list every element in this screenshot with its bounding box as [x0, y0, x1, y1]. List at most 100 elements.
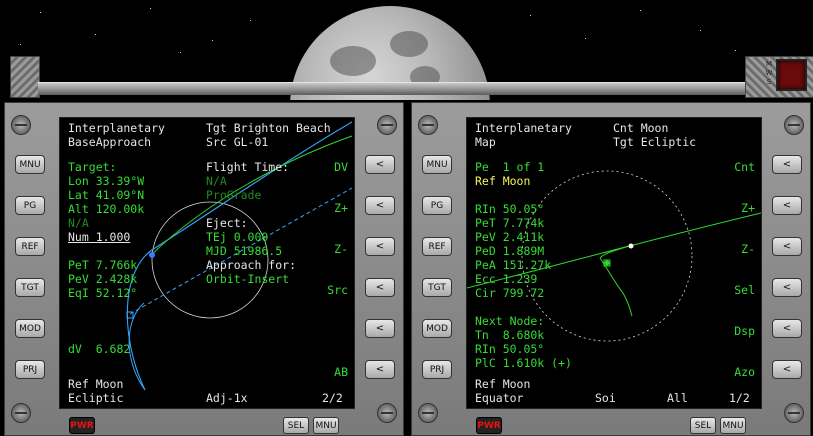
master-warning-button[interactable] — [776, 59, 807, 91]
azo-button[interactable]: < — [772, 360, 802, 379]
softkey-label-zoom-out: Z- — [741, 242, 755, 256]
reference-moon: Ref Moon — [475, 174, 531, 188]
altitude-value: Alt 120.00k — [68, 202, 145, 216]
prj-button[interactable]: PRJ — [422, 360, 452, 379]
mws-label: M W S — [764, 60, 774, 87]
right-mfd-screen: Interplanetary Map Cnt Moon Tgt Ecliptic… — [466, 117, 762, 409]
right-mfd-panel: MNU PG REF TGT MOD PRJ < < < < < < PWR S… — [411, 102, 811, 436]
screw-icon — [784, 115, 804, 135]
pev-value: PeV 2.428k — [68, 272, 138, 286]
pg-button[interactable]: PG — [422, 196, 452, 215]
zoom-in-button[interactable]: < — [772, 196, 802, 215]
next-node-label: Next Node: — [475, 314, 545, 328]
screw-icon — [11, 403, 31, 423]
zoom-out-button[interactable]: < — [365, 237, 395, 256]
frame-rail — [38, 82, 753, 95]
mfd-title: Interplanetary — [475, 121, 572, 135]
num-value: Num 1.000 — [68, 230, 131, 244]
prograde-mode: ProGrade — [206, 188, 262, 202]
flight-time-label: Flight Time: — [206, 160, 290, 174]
pea-value: PeA 151.27k — [475, 258, 552, 272]
eqi-value: EqI 52.12° — [68, 286, 138, 300]
zoom-out-button[interactable]: < — [772, 237, 802, 256]
screw-icon — [418, 403, 438, 423]
screw-icon — [418, 115, 438, 135]
softkey-label-src: Src — [327, 283, 348, 297]
ped-value: PeD 1.889M — [475, 244, 545, 258]
pg-button[interactable]: PG — [15, 196, 45, 215]
tgt-button[interactable]: TGT — [422, 278, 452, 297]
screw-icon — [784, 403, 804, 423]
sel-side-button[interactable]: < — [772, 278, 802, 297]
mod-button[interactable]: MOD — [422, 319, 452, 338]
flight-time-value: N/A — [206, 174, 227, 188]
softkey-label-dv: DV — [334, 160, 348, 174]
left-mfd-screen: Interplanetary BaseApproach Tgt Brighton… — [59, 117, 355, 409]
adjust-step: Adj-1x — [206, 391, 248, 405]
mfd-title: Interplanetary — [68, 121, 165, 135]
pet-value: PeT 7.766k — [68, 258, 138, 272]
tn-value: Tn 8.680k — [475, 328, 545, 342]
cnt-button[interactable]: < — [772, 155, 802, 174]
page-indicator: 2/2 — [322, 391, 343, 405]
vessel-marker — [604, 260, 610, 266]
sel-button[interactable]: SEL — [283, 417, 309, 434]
softkey-label-cnt: Cnt — [734, 160, 755, 174]
power-button[interactable]: PWR — [69, 417, 95, 434]
display-all: All — [667, 391, 688, 405]
zoom-in-button[interactable]: < — [365, 196, 395, 215]
trajectory-lower — [128, 302, 146, 391]
menu-button[interactable]: MNU — [720, 417, 746, 434]
approach-label: Approach for: — [206, 258, 297, 272]
mod-button[interactable]: MOD — [15, 319, 45, 338]
prj-button[interactable]: PRJ — [15, 360, 45, 379]
softkey-label-azo: Azo — [734, 365, 755, 379]
source-field: Src GL-01 — [206, 135, 269, 149]
center-field: Cnt Moon — [613, 121, 669, 135]
target-marker — [628, 243, 634, 249]
reference-frame: Ecliptic — [68, 391, 124, 405]
mnu-button[interactable]: MNU — [15, 155, 45, 174]
menu-button[interactable]: MNU — [313, 417, 339, 434]
soi-mode: Soi — [595, 391, 616, 405]
periapsis-marker — [149, 252, 155, 258]
screw-icon — [11, 115, 31, 135]
top-frame-bar: M W S — [0, 56, 813, 100]
plc-value: PlC 1.610k (+) — [475, 356, 572, 370]
screw-icon — [377, 115, 397, 135]
mnu-button[interactable]: MNU — [422, 155, 452, 174]
target-field: Tgt Ecliptic — [613, 135, 697, 149]
soi-circle — [521, 170, 693, 342]
mws-letter: S — [766, 78, 772, 86]
trajectory-line — [599, 257, 633, 317]
cir-value: Cir 799.72 — [475, 286, 545, 300]
target-label: Target: — [68, 160, 117, 174]
mfd-subtitle: Map — [475, 135, 496, 149]
src-button[interactable]: < — [365, 278, 395, 297]
pev-value: PeV 2.411k — [475, 230, 545, 244]
softkey-label-zoom-in: Z+ — [334, 201, 348, 215]
blank-side-button[interactable]: < — [365, 319, 395, 338]
dv-value: dV 6.682 — [68, 342, 131, 356]
ref-button[interactable]: REF — [422, 237, 452, 256]
mjd-value: MJD 51986.5 — [206, 244, 283, 258]
mws-letter: M — [765, 60, 773, 68]
left-mfd-panel: MNU PG REF TGT MOD PRJ < < < < < < PWR S… — [4, 102, 404, 436]
sel-button[interactable]: SEL — [690, 417, 716, 434]
ref-button[interactable]: REF — [15, 237, 45, 256]
power-button[interactable]: PWR — [476, 417, 502, 434]
reference-body: Ref Moon — [68, 377, 124, 391]
softkey-label-zoom-out: Z- — [334, 242, 348, 256]
dsp-button[interactable]: < — [772, 319, 802, 338]
tej-value: TEj 0.000 — [206, 230, 269, 244]
eject-label: Eject: — [206, 216, 248, 230]
reference-frame: Equator — [475, 391, 524, 405]
mws-letter: W — [765, 69, 773, 77]
na-value: N/A — [68, 216, 89, 230]
dv-select-button[interactable]: < — [365, 155, 395, 174]
ab-button[interactable]: < — [365, 360, 395, 379]
tgt-button[interactable]: TGT — [15, 278, 45, 297]
page-indicator: 1/2 — [729, 391, 750, 405]
screw-icon — [377, 403, 397, 423]
ecc-value: Ecc 1.239 — [475, 272, 538, 286]
